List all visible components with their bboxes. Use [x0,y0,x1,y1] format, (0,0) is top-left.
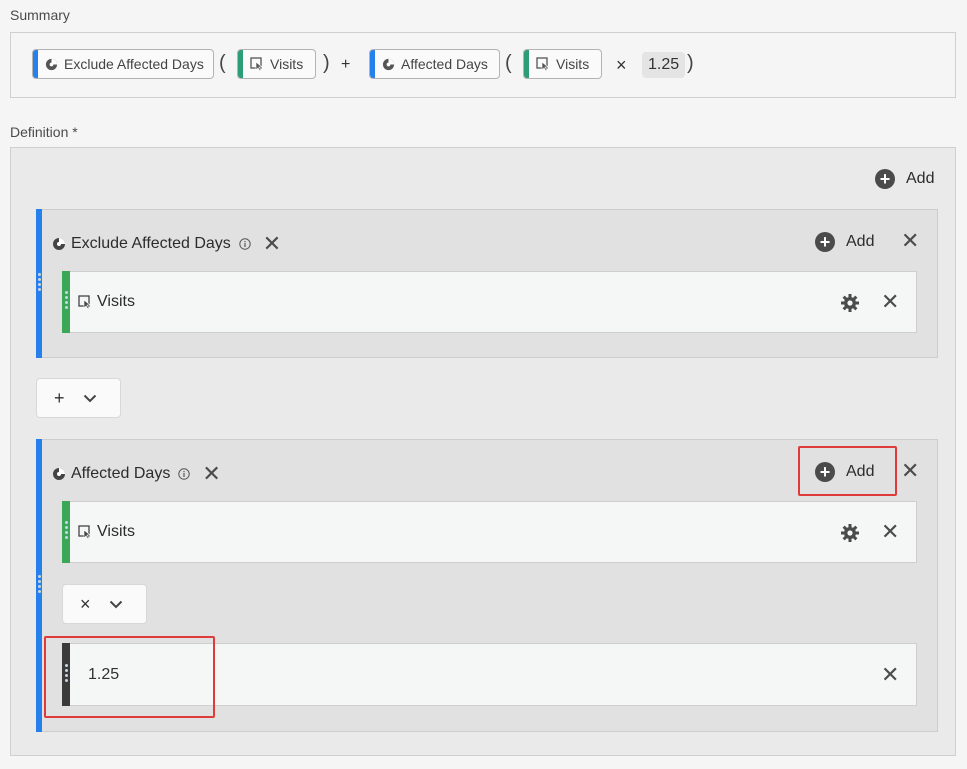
summary-chip-affected-days: Affected Days [369,49,500,79]
chip-label: Exclude Affected Days [64,56,204,72]
container-title: Exclude Affected Days ✕ [52,233,281,255]
metric-row-visits[interactable]: Visits ✕ [62,271,917,333]
add-icon: + [875,169,895,189]
summary-chip-visits: Visits [237,49,316,79]
add-icon: + [815,232,835,252]
remove-metric-icon[interactable]: ✕ [881,291,899,313]
plus-operator: + [341,56,351,73]
container-add-button[interactable]: + Add [815,462,874,482]
gear-icon[interactable] [840,523,860,543]
metric-title: Visits [78,293,135,311]
segment-icon [52,237,66,251]
definition-canvas: + Add Exclude Affected Days ✕ + Add ✕ Vi… [10,147,956,756]
definition-add-button[interactable]: + Add [875,169,934,189]
container-title: Affected Days ✕ [52,463,221,485]
remove-container-icon[interactable]: ✕ [901,230,919,252]
open-paren: ( [219,52,226,74]
metric-icon [78,295,92,309]
summary-box: Exclude Affected Days ( Visits ) + Affec… [10,32,956,98]
chip-label: Visits [556,56,590,72]
drag-handle-icon[interactable] [38,273,42,291]
remove-metric-icon[interactable]: ✕ [881,521,899,543]
gear-icon[interactable] [840,293,860,313]
operator-value: × [80,593,91,614]
metric-icon [78,525,92,539]
close-paren: ) [323,52,330,74]
times-operator: × [616,55,627,75]
definition-label: Definition * [10,124,78,140]
segment-icon [45,58,58,71]
container-title-text: Affected Days [71,465,171,482]
container-title-text: Exclude Affected Days [71,235,231,252]
drag-handle-icon[interactable] [65,291,69,309]
chevron-down-icon [83,394,97,403]
add-label: Add [906,170,935,187]
segment-icon [382,58,395,71]
operator-value: + [54,387,65,408]
add-label: Add [846,233,875,250]
summary-chip-exclude-affected-days: Exclude Affected Days [32,49,214,79]
container-affected-days[interactable]: Affected Days ✕ + Add ✕ Visits ✕ × 1.25 … [36,439,938,732]
drag-handle-icon[interactable] [65,521,69,539]
operator-dropdown[interactable]: × [62,584,147,624]
drag-handle-icon[interactable] [38,575,42,593]
summary-label: Summary [10,7,70,23]
add-label: Add [846,463,875,480]
metric-label: Visits [97,523,135,540]
info-icon[interactable] [239,238,251,250]
metric-title: Visits [78,523,135,541]
open-paren: ( [505,52,512,74]
summary-chip-visits: Visits [523,49,602,79]
metric-icon [536,57,550,71]
operator-dropdown[interactable]: + [36,378,121,418]
close-icon[interactable]: ✕ [202,463,220,485]
chip-label: Visits [270,56,304,72]
close-paren: ) [687,52,694,74]
container-exclude-affected-days[interactable]: Exclude Affected Days ✕ + Add ✕ Visits ✕ [36,209,938,358]
summary-number: 1.25 [642,52,686,78]
container-add-button[interactable]: + Add [815,232,874,252]
metric-label: Visits [97,293,135,310]
close-icon[interactable]: ✕ [263,233,281,255]
metric-row-visits[interactable]: Visits ✕ [62,501,917,563]
segment-icon [52,467,66,481]
chip-label: Affected Days [401,56,488,72]
remove-container-icon[interactable]: ✕ [901,460,919,482]
chevron-down-icon [109,600,123,609]
remove-static-number-icon[interactable]: ✕ [881,664,899,686]
info-icon[interactable] [178,468,191,480]
highlight-box [44,636,215,718]
add-icon: + [815,462,835,482]
metric-icon [250,57,264,71]
